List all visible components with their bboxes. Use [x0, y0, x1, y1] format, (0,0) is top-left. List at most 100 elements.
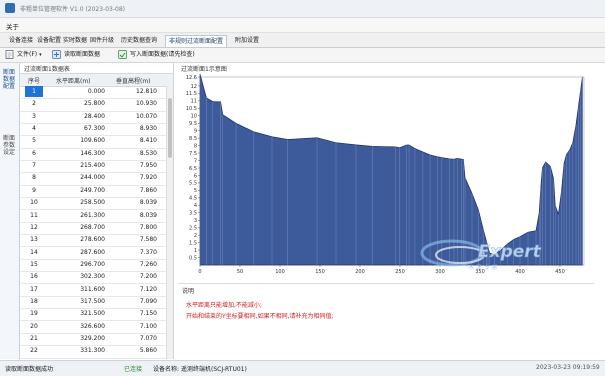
cell-horizontal-distance[interactable]: 258.500 [46, 199, 105, 206]
cell-index[interactable]: 1 [25, 86, 43, 97]
cell-vertical-elevation[interactable]: 8.530 [106, 150, 157, 157]
table-row[interactable]: 18 317.500 7.090 [20, 296, 167, 310]
cell-horizontal-distance[interactable]: 28.400 [46, 113, 105, 120]
cell-index[interactable]: 2 [25, 100, 43, 107]
cell-index[interactable]: 9 [25, 187, 43, 194]
table-row[interactable]: 11 261.300 8.039 [20, 210, 167, 223]
table-row[interactable]: 20 326.600 7.100 [20, 321, 167, 334]
tab-6[interactable]: 附加设置 [232, 35, 262, 46]
cell-vertical-elevation[interactable]: 7.370 [106, 249, 157, 256]
cell-horizontal-distance[interactable]: 329.200 [46, 335, 105, 342]
cell-index[interactable]: 12 [25, 224, 43, 231]
cell-vertical-elevation[interactable]: 7.580 [106, 236, 157, 243]
table-row[interactable]: 7 215.400 7.950 [20, 160, 167, 174]
cell-vertical-elevation[interactable]: 7.800 [106, 224, 157, 231]
table-row[interactable]: 9 249.700 7.860 [20, 185, 167, 198]
cell-horizontal-distance[interactable]: 326.600 [46, 323, 105, 330]
cell-vertical-elevation[interactable]: 10.930 [106, 100, 157, 107]
table-row[interactable]: 3 28.400 10.070 [20, 111, 167, 124]
table-row[interactable]: 5 109.600 8.410 [20, 135, 167, 149]
table-row[interactable]: 6 146.300 8.530 [20, 148, 167, 161]
cell-index[interactable]: 19 [25, 310, 43, 317]
cell-horizontal-distance[interactable]: 244.000 [46, 174, 105, 181]
table-row[interactable]: 22 331.300 5.860 [20, 345, 167, 359]
cell-vertical-elevation[interactable]: 8.410 [106, 137, 157, 144]
file-menu-button[interactable]: 文件(F) ▾ [5, 50, 42, 60]
cell-horizontal-distance[interactable]: 109.600 [46, 137, 105, 144]
table-scroll-thumb[interactable] [168, 98, 172, 158]
menu-about[interactable]: 关于 [6, 21, 19, 31]
table-row[interactable]: 1 0.000 12.810 [20, 86, 167, 100]
cell-index[interactable]: 8 [25, 174, 43, 181]
tab-2[interactable]: 实时数据 [60, 35, 90, 46]
cell-vertical-elevation[interactable]: 8.039 [106, 199, 157, 206]
cell-horizontal-distance[interactable]: 278.600 [46, 236, 105, 243]
cell-index[interactable]: 5 [25, 137, 43, 144]
cell-index[interactable]: 20 [25, 323, 43, 330]
cell-index[interactable]: 14 [25, 249, 43, 256]
cell-index[interactable]: 22 [25, 347, 43, 354]
table-row[interactable]: 10 258.500 8.039 [20, 197, 167, 211]
table-row[interactable]: 16 302.300 7.200 [20, 271, 167, 285]
cell-index[interactable]: 17 [25, 286, 43, 293]
cell-index[interactable]: 18 [25, 298, 43, 305]
cell-horizontal-distance[interactable]: 146.300 [46, 150, 105, 157]
table-row[interactable]: 17 311.600 7.120 [20, 284, 167, 297]
cell-horizontal-distance[interactable]: 331.300 [46, 347, 105, 354]
cell-index[interactable]: 10 [25, 199, 43, 206]
sidebar-tab-section-data[interactable]: 断面数据配置 [3, 69, 15, 90]
cell-horizontal-distance[interactable]: 67.300 [46, 125, 105, 132]
cell-horizontal-distance[interactable]: 25.800 [46, 100, 105, 107]
cell-vertical-elevation[interactable]: 7.150 [106, 310, 157, 317]
cell-vertical-elevation[interactable]: 7.090 [106, 298, 157, 305]
col-header-horizontal[interactable]: 水平距离(m) [56, 76, 91, 85]
write-section-button[interactable]: 写入断面数据(请先检查) [118, 50, 195, 60]
cell-vertical-elevation[interactable]: 7.100 [106, 323, 157, 330]
table-row[interactable]: 12 268.700 7.800 [20, 222, 167, 236]
cell-vertical-elevation[interactable]: 7.860 [106, 187, 157, 194]
cell-horizontal-distance[interactable]: 311.600 [46, 286, 105, 293]
cell-horizontal-distance[interactable]: 215.400 [46, 162, 105, 169]
tab-5[interactable]: 非规则过流断面配置 [165, 35, 228, 47]
cell-vertical-elevation[interactable]: 8.930 [106, 125, 157, 132]
sidebar-tab-section-params[interactable]: 断面参数设定 [3, 135, 15, 156]
table-row[interactable]: 4 67.300 8.930 [20, 123, 167, 137]
cell-vertical-elevation[interactable]: 7.950 [106, 162, 157, 169]
read-section-button[interactable]: 读取断面数据 [52, 50, 100, 60]
table-scrollbar[interactable] [166, 86, 173, 359]
cell-index[interactable]: 21 [25, 335, 43, 342]
table-row[interactable]: 13 278.600 7.580 [20, 234, 167, 248]
table-row[interactable]: 21 329.200 7.070 [20, 333, 167, 347]
cell-horizontal-distance[interactable]: 287.600 [46, 249, 105, 256]
table-row[interactable]: 14 287.600 7.370 [20, 247, 167, 260]
cell-vertical-elevation[interactable]: 8.039 [106, 212, 157, 219]
tab-0[interactable]: 设备连接 [6, 35, 36, 46]
table-row[interactable]: 2 25.800 10.930 [20, 98, 167, 112]
col-header-vertical[interactable]: 垂直高程(m) [116, 76, 151, 85]
cell-horizontal-distance[interactable]: 317.500 [46, 298, 105, 305]
cell-index[interactable]: 6 [25, 150, 43, 157]
cell-index[interactable]: 11 [25, 212, 43, 219]
cell-index[interactable]: 15 [25, 261, 43, 268]
cell-horizontal-distance[interactable]: 261.300 [46, 212, 105, 219]
col-header-index[interactable]: 序号 [28, 76, 40, 85]
cell-vertical-elevation[interactable]: 5.860 [106, 347, 157, 354]
cell-horizontal-distance[interactable]: 268.700 [46, 224, 105, 231]
cell-vertical-elevation[interactable]: 7.920 [106, 174, 157, 181]
cell-index[interactable]: 13 [25, 236, 43, 243]
tab-3[interactable]: 固件升级 [87, 35, 117, 46]
cell-index[interactable]: 4 [25, 125, 43, 132]
cell-index[interactable]: 16 [25, 273, 43, 280]
table-row[interactable]: 19 321.500 7.150 [20, 308, 167, 322]
cell-horizontal-distance[interactable]: 302.300 [46, 273, 105, 280]
cell-index[interactable]: 7 [25, 162, 43, 169]
table-row[interactable]: 15 296.700 7.260 [20, 259, 167, 273]
cell-horizontal-distance[interactable]: 296.700 [46, 261, 105, 268]
cell-horizontal-distance[interactable]: 0.000 [46, 88, 105, 95]
tab-4[interactable]: 历史数据查询 [118, 35, 160, 46]
cell-vertical-elevation[interactable]: 7.070 [106, 335, 157, 342]
cell-horizontal-distance[interactable]: 249.700 [46, 187, 105, 194]
cell-vertical-elevation[interactable]: 7.120 [106, 286, 157, 293]
cell-vertical-elevation[interactable]: 7.200 [106, 273, 157, 280]
cell-vertical-elevation[interactable]: 12.810 [106, 88, 157, 95]
